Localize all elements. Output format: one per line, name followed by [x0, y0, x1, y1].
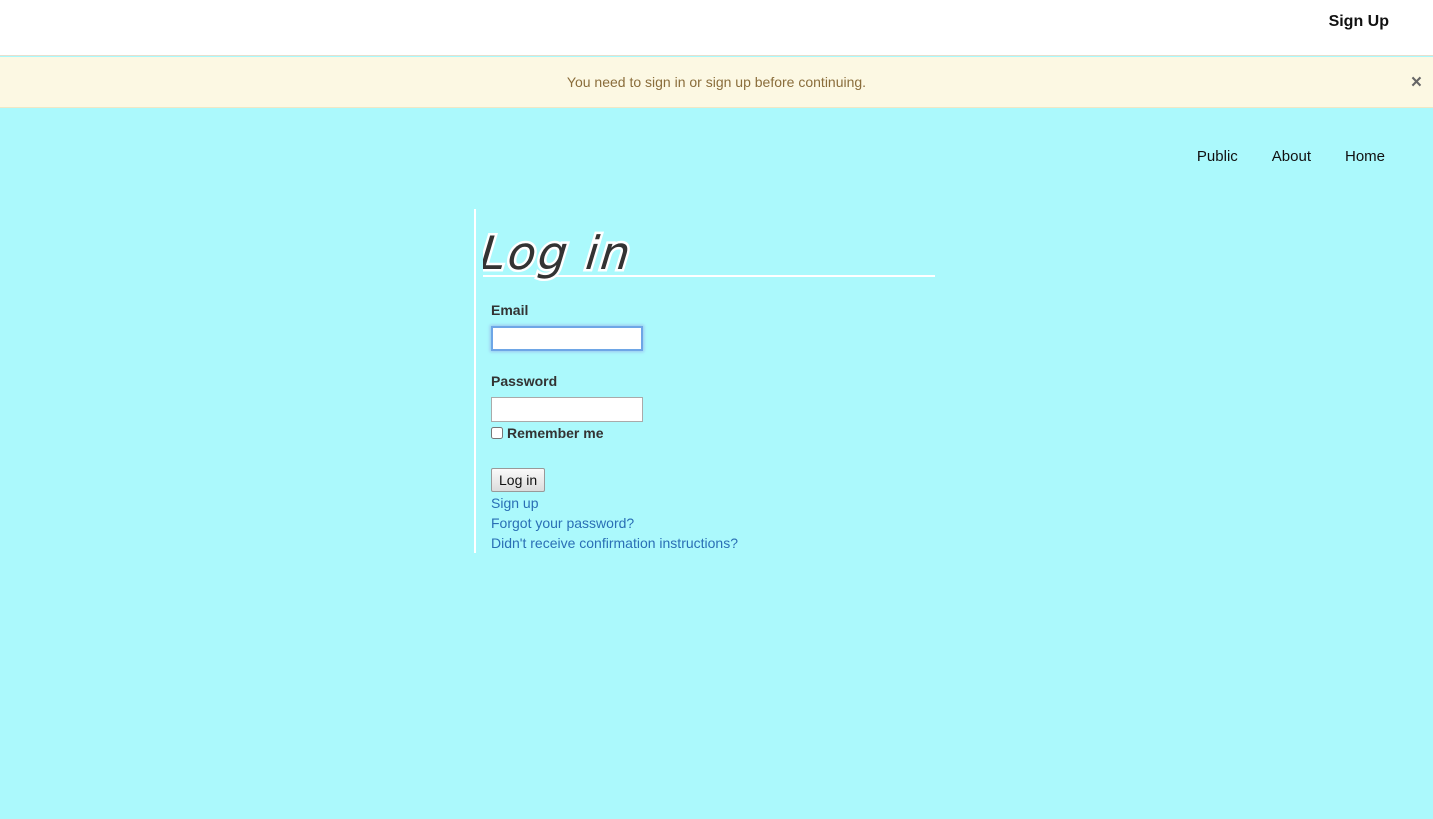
title-text: Log in: [483, 226, 635, 280]
email-field[interactable]: [491, 326, 643, 351]
top-bar: Sign Up: [0, 0, 1433, 56]
close-icon[interactable]: ×: [1411, 73, 1422, 92]
remember-me-label: Remember me: [507, 425, 604, 441]
main-nav: Public About Home: [1197, 148, 1385, 165]
nav-item-public[interactable]: Public: [1197, 148, 1238, 165]
remember-me-checkbox[interactable]: [491, 427, 503, 439]
nav-item-about[interactable]: About: [1272, 148, 1311, 165]
password-label: Password: [491, 373, 558, 389]
forgot-password-link[interactable]: Forgot your password?: [491, 515, 634, 531]
password-field[interactable]: [491, 397, 643, 422]
nav-item-home[interactable]: Home: [1345, 148, 1385, 165]
login-panel: Log in Email Password Remember me Log in…: [474, 209, 936, 553]
alert-message: You need to sign in or sign up before co…: [566, 74, 867, 90]
email-label: Email: [491, 302, 529, 318]
remember-me[interactable]: Remember me: [491, 425, 604, 441]
page-title: Log in: [483, 211, 935, 282]
alert-banner: You need to sign in or sign up before co…: [0, 57, 1433, 108]
login-button[interactable]: Log in: [491, 468, 546, 492]
sign-up-form-link[interactable]: Sign up: [491, 495, 538, 511]
page-title-text: Log in: [483, 224, 637, 283]
confirmation-instructions-link[interactable]: Didn't receive confirmation instructions…: [491, 535, 738, 551]
sign-up-link[interactable]: Sign Up: [1329, 13, 1389, 31]
